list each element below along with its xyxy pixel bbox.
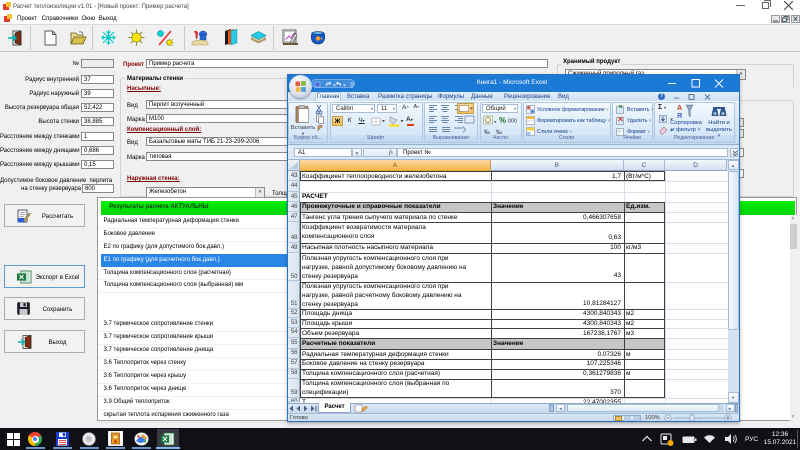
- svg-text:‰: ‰: [484, 130, 490, 136]
- svg-text:‰: ‰: [496, 130, 502, 136]
- svg-text:Я: Я: [677, 113, 682, 119]
- svg-text:А: А: [677, 105, 682, 112]
- svg-text:000: 000: [508, 119, 517, 125]
- svg-text:%: %: [499, 116, 506, 125]
